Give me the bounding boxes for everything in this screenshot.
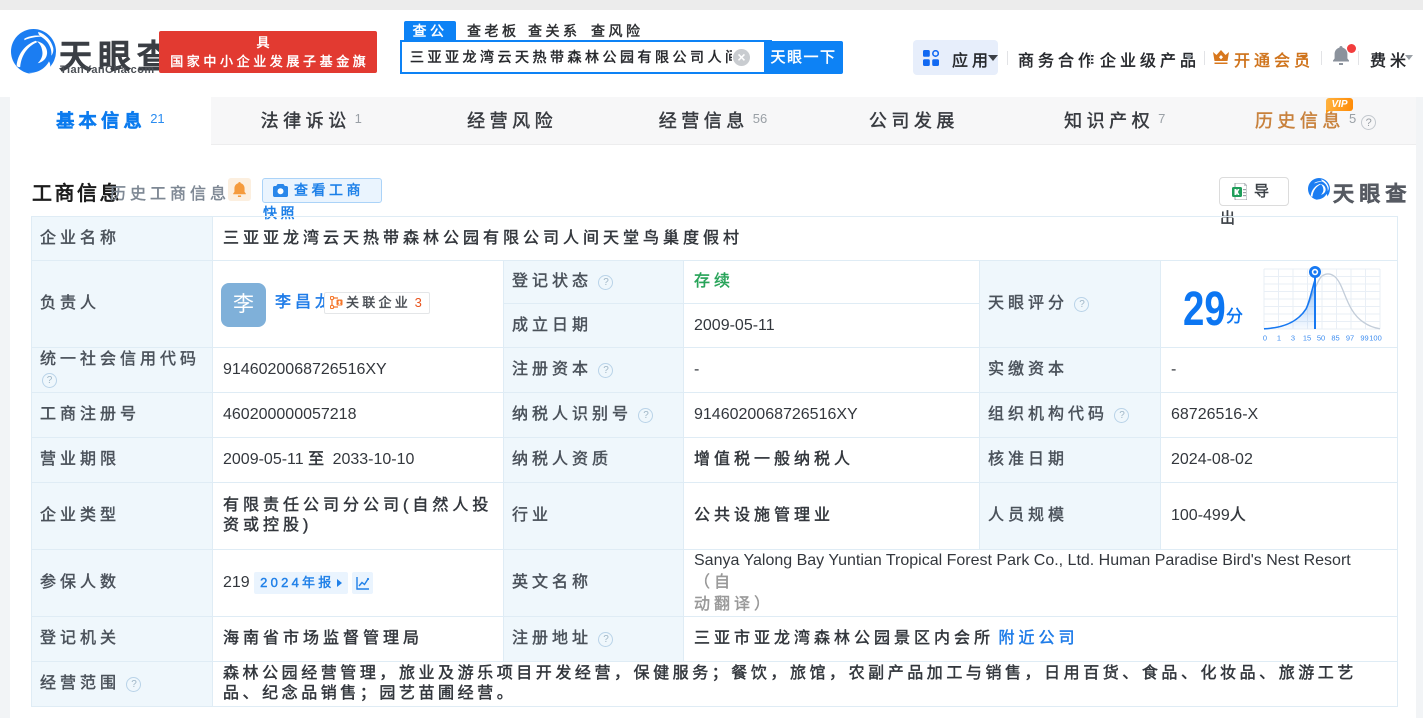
svg-text:99: 99 — [1360, 334, 1368, 343]
svg-text:100: 100 — [1369, 334, 1382, 343]
svg-text:50: 50 — [1317, 334, 1325, 343]
svg-text:0: 0 — [1263, 334, 1267, 343]
svg-text:3: 3 — [1291, 334, 1295, 343]
svg-text:15: 15 — [1303, 334, 1311, 343]
svg-text:1: 1 — [1277, 334, 1281, 343]
svg-text:85: 85 — [1331, 334, 1339, 343]
svg-text:97: 97 — [1346, 334, 1354, 343]
